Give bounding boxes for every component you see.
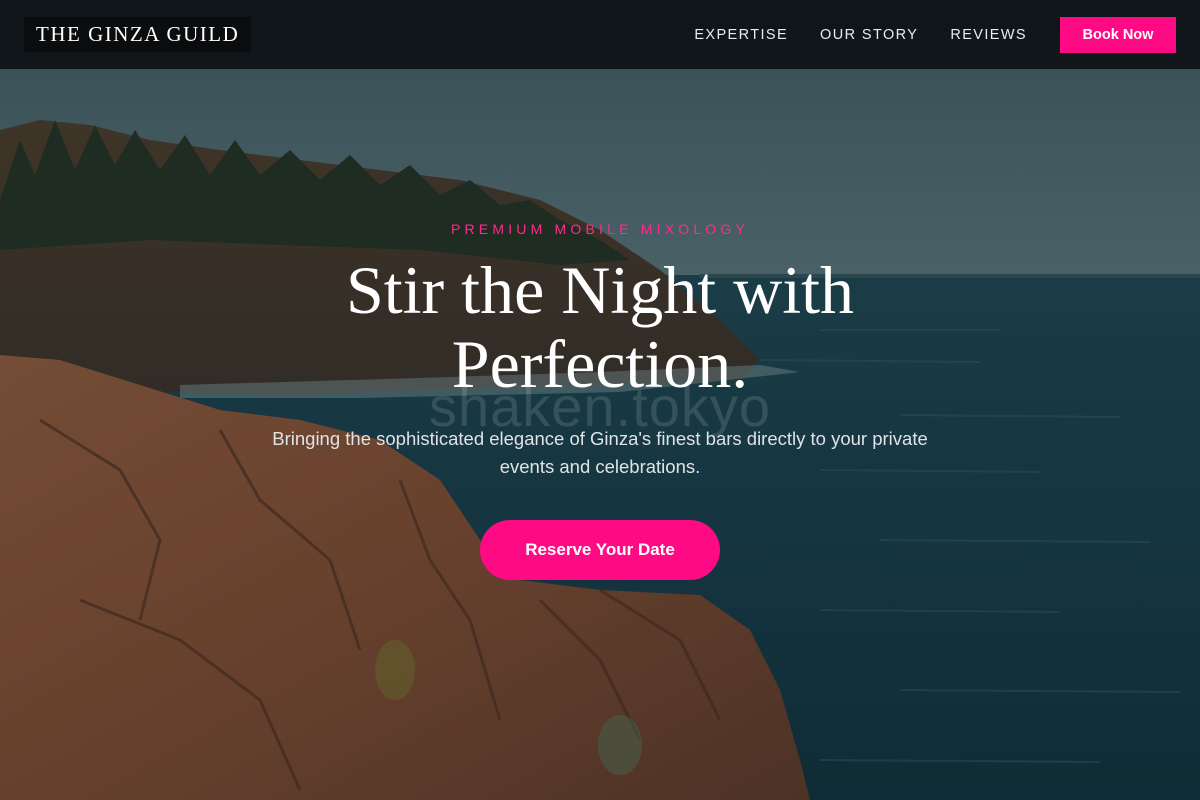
nav-link-reviews[interactable]: REVIEWS [950,27,1027,43]
hero-section: PREMIUM MOBILE MIXOLOGY Stir the Night w… [0,69,1200,800]
nav-link-expertise[interactable]: EXPERTISE [694,27,788,43]
hero-eyebrow: PREMIUM MOBILE MIXOLOGY [450,221,750,237]
book-now-button[interactable]: Book Now [1060,16,1176,53]
nav-link-our-story[interactable]: OUR STORY [820,27,918,43]
hero-subtext: Bringing the sophisticated elegance of G… [272,428,928,477]
reserve-date-button[interactable]: Reserve Your Date [480,520,720,580]
brand-logo[interactable]: THE GINZA GUILD [24,17,252,52]
main-nav: EXPERTISE OUR STORY REVIEWS Book Now [694,16,1176,53]
top-navbar: THE GINZA GUILD EXPERTISE OUR STORY REVI… [0,0,1200,69]
